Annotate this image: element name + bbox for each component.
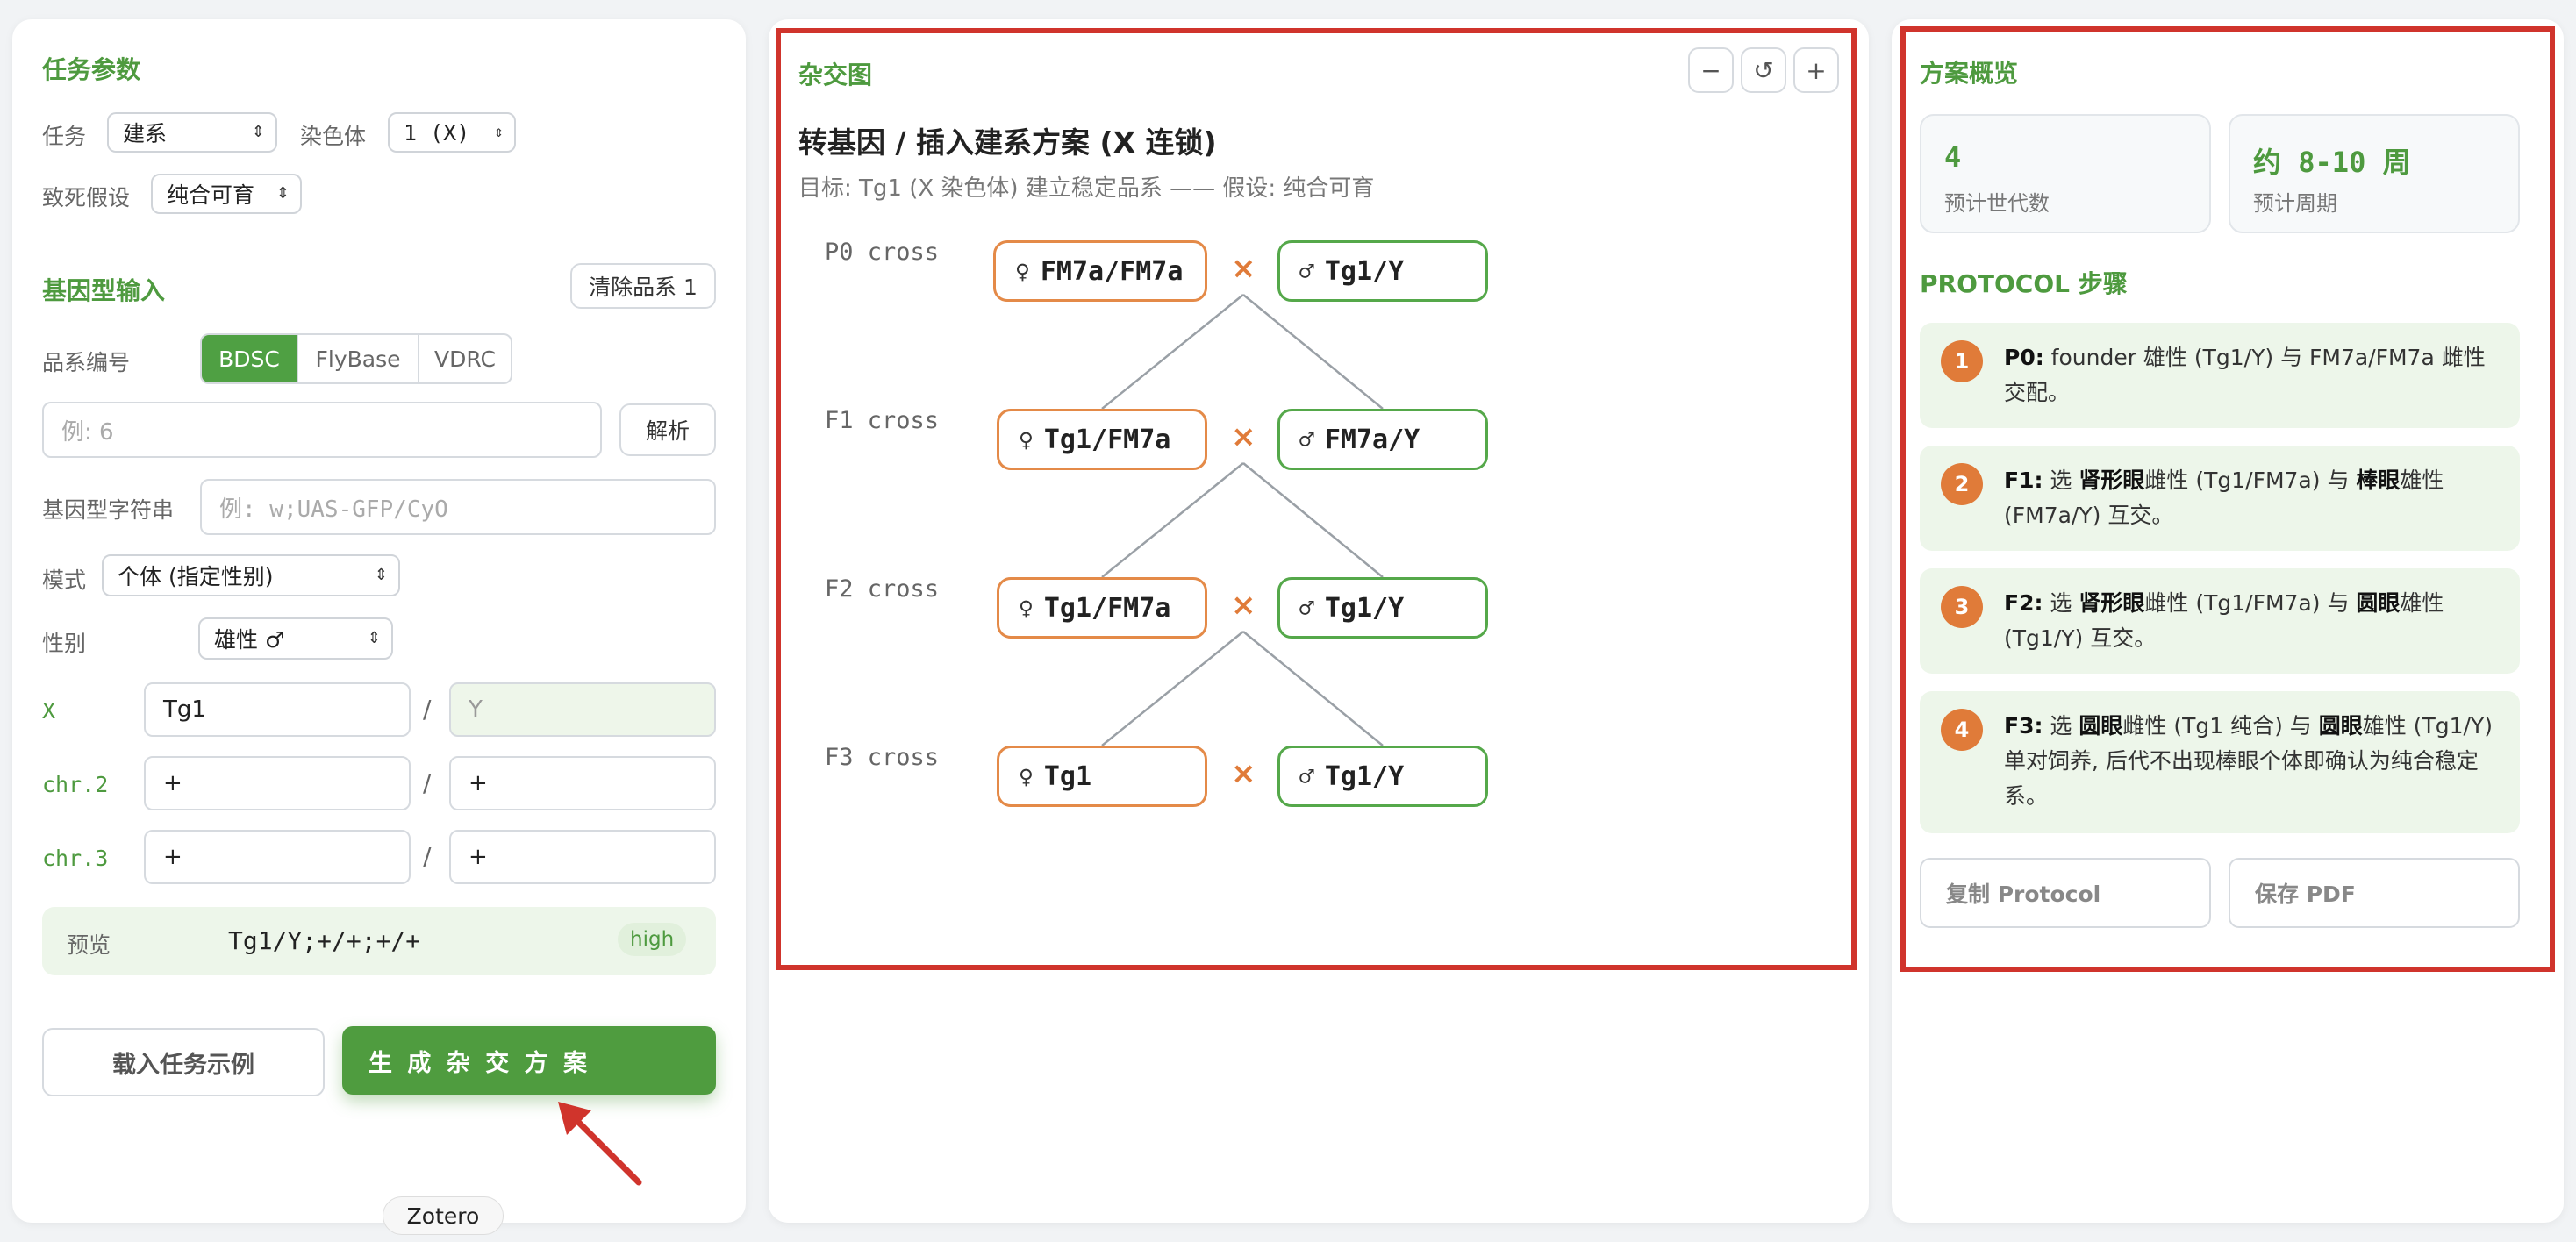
step-number: 1	[1941, 340, 1983, 382]
cross-icon: ×	[1231, 756, 1256, 791]
step-number: 4	[1941, 709, 1983, 751]
generations-value: 4	[1944, 140, 1962, 174]
protocol-step: 3 F2: 选 肾形眼雌性 (Tg1/FM7a) 与 圆眼雄性 (Tg1/Y) …	[1920, 568, 2520, 674]
step-text: P0: founder 雄性 (Tg1/Y) 与 FM7a/FM7a 雌性交配。	[2004, 345, 2486, 405]
male-genotype-node[interactable]: ♂ FM7a/Y	[1277, 409, 1488, 470]
step-text: F2: 选 肾形眼雌性 (Tg1/FM7a) 与 圆眼雄性 (Tg1/Y) 互交…	[2004, 590, 2444, 651]
generation-label: F2 cross	[825, 575, 940, 603]
overview-title: 方案概览	[1920, 59, 2019, 88]
female-genotype: FM7a/FM7a	[1040, 255, 1184, 287]
male-symbol-icon: ♂	[1299, 761, 1314, 791]
period-caption: 预计周期	[2253, 191, 2337, 216]
generations-caption: 预计世代数	[1944, 191, 2050, 216]
male-genotype-node[interactable]: ♂ Tg1/Y	[1277, 240, 1488, 302]
cross-icon: ×	[1231, 588, 1256, 623]
cross-icon: ×	[1231, 419, 1256, 454]
step-number: 3	[1941, 586, 1983, 628]
generations-stat: 4 预计世代数	[1920, 114, 2211, 233]
male-genotype-node[interactable]: ♂ Tg1/Y	[1277, 746, 1488, 807]
female-symbol-icon: ♀	[1019, 761, 1034, 791]
female-genotype: Tg1	[1043, 760, 1092, 792]
step-number: 2	[1941, 463, 1983, 505]
male-symbol-icon: ♂	[1299, 256, 1314, 286]
male-symbol-icon: ♂	[1299, 593, 1314, 623]
female-symbol-icon: ♀	[1019, 425, 1034, 454]
female-genotype-node[interactable]: ♀ FM7a/FM7a	[993, 240, 1207, 302]
female-genotype: Tg1/FM7a	[1043, 424, 1171, 455]
protocol-step: 1 P0: founder 雄性 (Tg1/Y) 与 FM7a/FM7a 雌性交…	[1920, 323, 2520, 428]
male-genotype: Tg1/Y	[1324, 592, 1405, 624]
male-symbol-icon: ♂	[1299, 425, 1314, 454]
period-stat: 约 8-10 周 预计周期	[2229, 114, 2520, 233]
female-genotype: Tg1/FM7a	[1043, 592, 1171, 624]
male-genotype: FM7a/Y	[1324, 424, 1420, 455]
female-symbol-icon: ♀	[1019, 593, 1034, 623]
protocol-step: 2 F1: 选 肾形眼雌性 (Tg1/FM7a) 与 棒眼雄性 (FM7a/Y)…	[1920, 446, 2520, 551]
copy-protocol-button[interactable]: 复制 Protocol	[1920, 858, 2211, 928]
male-genotype-node[interactable]: ♂ Tg1/Y	[1277, 577, 1488, 639]
male-genotype: Tg1/Y	[1324, 255, 1405, 287]
generation-label: F3 cross	[825, 744, 940, 771]
female-genotype-node[interactable]: ♀ Tg1/FM7a	[997, 409, 1207, 470]
male-genotype: Tg1/Y	[1324, 760, 1405, 792]
protocol-title: PROTOCOL 步骤	[1920, 269, 2128, 298]
female-symbol-icon: ♀	[1015, 256, 1030, 286]
period-value: 约 8-10 周	[2253, 146, 2411, 179]
step-text: F3: 选 圆眼雌性 (Tg1 纯合) 与 圆眼雄性 (Tg1/Y) 单对饲养,…	[2004, 713, 2493, 809]
save-pdf-button[interactable]: 保存 PDF	[2229, 858, 2520, 928]
cross-icon: ×	[1231, 251, 1256, 286]
protocol-step: 4 F3: 选 圆眼雌性 (Tg1 纯合) 与 圆眼雄性 (Tg1/Y) 单对饲…	[1920, 691, 2520, 833]
generation-label: P0 cross	[825, 239, 940, 266]
generation-label: F1 cross	[825, 407, 940, 434]
step-text: F1: 选 肾形眼雌性 (Tg1/FM7a) 与 棒眼雄性 (FM7a/Y) 互…	[2004, 468, 2444, 528]
female-genotype-node[interactable]: ♀ Tg1/FM7a	[997, 577, 1207, 639]
female-genotype-node[interactable]: ♀ Tg1	[997, 746, 1207, 807]
